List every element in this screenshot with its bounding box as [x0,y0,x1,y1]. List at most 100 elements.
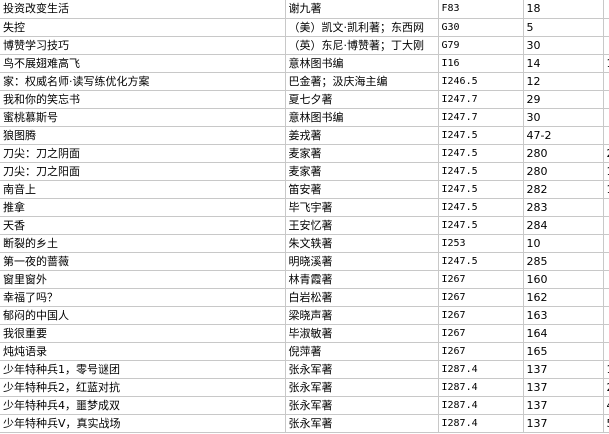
cell-number[interactable]: 30 [523,36,604,55]
cell-call-number[interactable]: I267 [438,342,524,361]
cell-title[interactable]: 少年特种兵4，噩梦成双 [0,396,286,415]
cell-title[interactable]: 南音上 [0,180,286,199]
cell-extra[interactable] [603,90,609,109]
cell-extra[interactable] [603,216,609,235]
cell-call-number[interactable]: I267 [438,288,524,307]
cell-call-number[interactable]: I247.7 [438,108,524,127]
cell-number[interactable]: 280 [523,144,604,163]
cell-extra[interactable] [603,36,609,55]
cell-number[interactable]: 283 [523,198,604,217]
cell-extra[interactable] [603,198,609,217]
cell-author[interactable]: 张永军著 [285,396,439,415]
cell-title[interactable]: 郁闷的中国人 [0,306,286,325]
cell-title[interactable]: 投资改变生活 [0,0,286,19]
cell-number[interactable]: 137 [523,396,604,415]
cell-author[interactable]: 夏七夕著 [285,90,439,109]
cell-extra[interactable]: 4 [603,396,609,415]
cell-title[interactable]: 博赞学习技巧 [0,36,286,55]
cell-call-number[interactable]: G79 [438,36,524,55]
cell-author[interactable]: 梁晓声著 [285,306,439,325]
cell-extra[interactable] [603,324,609,343]
cell-author[interactable]: 谢九著 [285,0,439,19]
cell-extra[interactable]: 1 [603,360,609,379]
cell-title[interactable]: 刀尖：刀之阳面 [0,162,286,181]
cell-author[interactable]: 意林图书编 [285,108,439,127]
cell-extra[interactable]: 2 [603,378,609,397]
cell-call-number[interactable]: I267 [438,270,524,289]
cell-title[interactable]: 幸福了吗？ [0,288,286,307]
cell-call-number[interactable]: I247.5 [438,126,524,145]
cell-title[interactable]: 断裂的乡土 [0,234,286,253]
cell-author[interactable]: 倪萍著 [285,342,439,361]
cell-author[interactable]: 姜戎著 [285,126,439,145]
cell-number[interactable]: 12 [523,72,604,91]
cell-title[interactable]: 第一夜的蔷薇 [0,252,286,271]
cell-author[interactable]: 王安忆著 [285,216,439,235]
cell-author[interactable]: 毕淑敏著 [285,324,439,343]
cell-extra[interactable] [603,126,609,145]
cell-author[interactable]: 意林图书编 [285,54,439,73]
cell-call-number[interactable]: I247.5 [438,252,524,271]
cell-extra[interactable] [603,306,609,325]
cell-title[interactable]: 炖炖语录 [0,342,286,361]
cell-call-number[interactable]: I267 [438,324,524,343]
cell-number[interactable]: 280 [523,162,604,181]
cell-number[interactable]: 285 [523,252,604,271]
cell-call-number[interactable]: I287.4 [438,378,524,397]
cell-number[interactable]: 160 [523,270,604,289]
cell-call-number[interactable]: I287.4 [438,414,524,433]
cell-extra[interactable] [603,234,609,253]
cell-number[interactable]: 47-2 [523,126,604,145]
cell-call-number[interactable]: F83 [438,0,524,19]
cell-number[interactable]: 137 [523,414,604,433]
cell-extra[interactable]: 1 [603,162,609,181]
cell-call-number[interactable]: I246.5 [438,72,524,91]
cell-author[interactable]: 明晓溪著 [285,252,439,271]
cell-call-number[interactable]: G30 [438,18,524,37]
cell-author[interactable]: 巴金著；汲庆海主编 [285,72,439,91]
cell-extra[interactable] [603,252,609,271]
cell-author[interactable]: 笛安著 [285,180,439,199]
cell-extra[interactable] [603,270,609,289]
cell-author[interactable]: 朱文轶著 [285,234,439,253]
cell-number[interactable]: 162 [523,288,604,307]
cell-call-number[interactable]: I247.5 [438,144,524,163]
cell-title[interactable]: 狼图腾 [0,126,286,145]
cell-title[interactable]: 蜜桃慕斯号 [0,108,286,127]
cell-number[interactable]: 282 [523,180,604,199]
cell-call-number[interactable]: I16 [438,54,524,73]
cell-title[interactable]: 窗里窗外 [0,270,286,289]
cell-title[interactable]: 我和你的笑忘书 [0,90,286,109]
cell-title[interactable]: 失控 [0,18,286,37]
cell-title[interactable]: 我很重要 [0,324,286,343]
cell-title[interactable]: 刀尖：刀之阴面 [0,144,286,163]
cell-number[interactable]: 137 [523,378,604,397]
cell-number[interactable]: 14 [523,54,604,73]
cell-call-number[interactable]: I247.5 [438,198,524,217]
cell-call-number[interactable]: I287.4 [438,360,524,379]
cell-number[interactable]: 18 [523,0,604,19]
cell-extra[interactable] [603,0,609,19]
cell-number[interactable]: 29 [523,90,604,109]
cell-number[interactable]: 30 [523,108,604,127]
cell-number[interactable]: 284 [523,216,604,235]
cell-call-number[interactable]: I253 [438,234,524,253]
cell-call-number[interactable]: I267 [438,306,524,325]
cell-author[interactable]: 张永军著 [285,378,439,397]
cell-extra[interactable] [603,288,609,307]
cell-extra[interactable]: 1 [603,180,609,199]
cell-author[interactable]: （英）东尼·博赞著；丁大刚 [285,36,439,55]
cell-author[interactable]: 张永军著 [285,414,439,433]
cell-title[interactable]: 推拿 [0,198,286,217]
cell-extra[interactable] [603,108,609,127]
cell-author[interactable]: 白岩松著 [285,288,439,307]
cell-extra[interactable] [603,18,609,37]
cell-extra[interactable] [603,72,609,91]
cell-call-number[interactable]: I247.5 [438,162,524,181]
cell-number[interactable]: 164 [523,324,604,343]
cell-number[interactable]: 165 [523,342,604,361]
cell-author[interactable]: 林青霞著 [285,270,439,289]
cell-number[interactable]: 137 [523,360,604,379]
cell-call-number[interactable]: I287.4 [438,396,524,415]
cell-extra[interactable]: 1 [603,54,609,73]
